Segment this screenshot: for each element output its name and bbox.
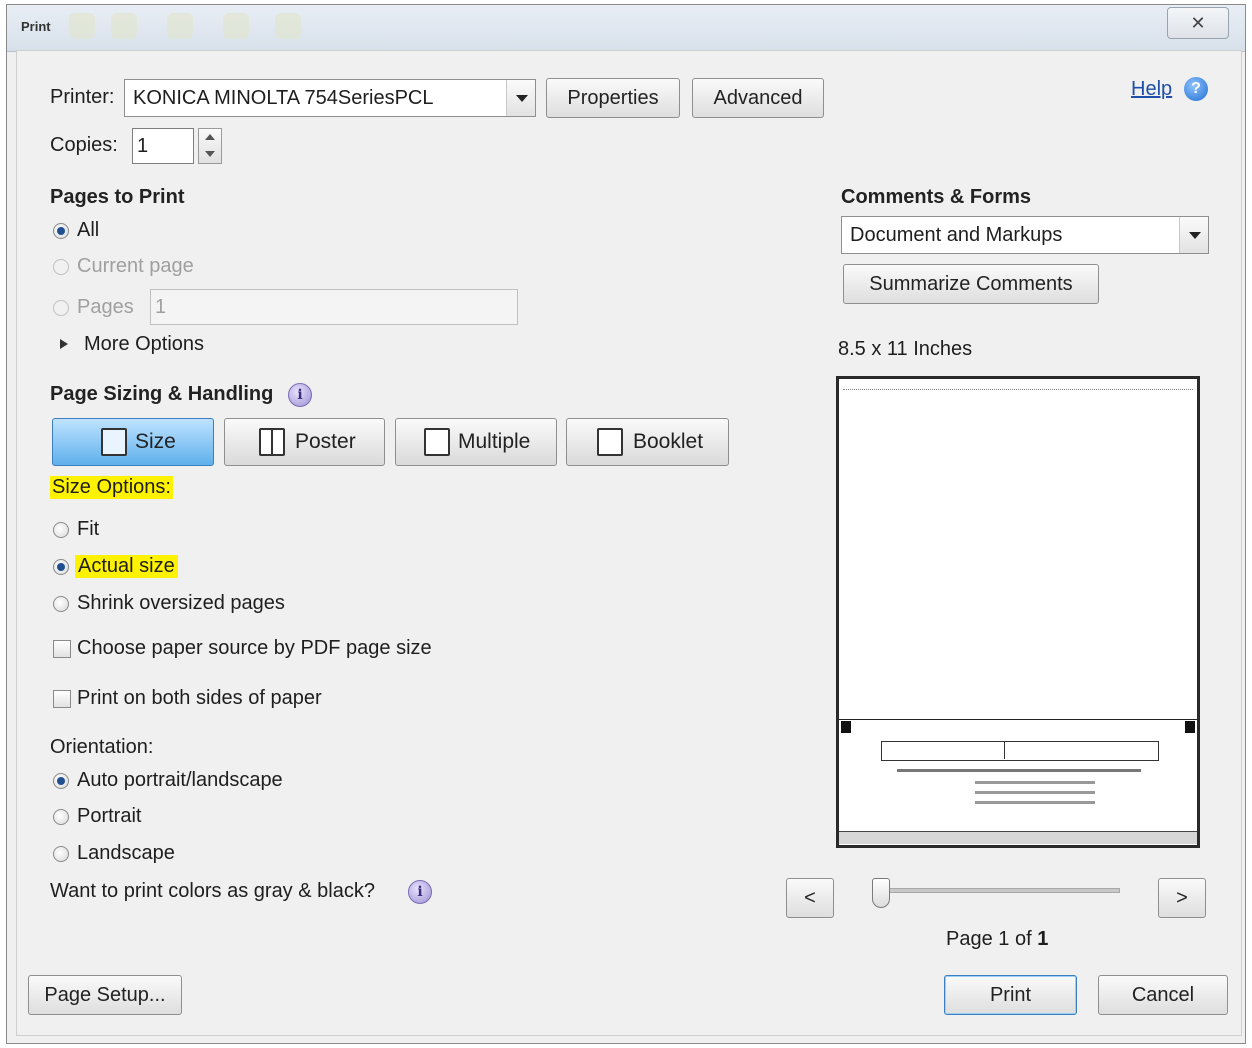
window-title: Print [21,19,51,34]
radio-pages[interactable] [53,300,69,316]
properties-button[interactable]: Properties [546,78,680,118]
chevron-down-icon[interactable] [1179,217,1208,253]
preview-table [881,741,1159,761]
toolbar-faded-icon [275,13,301,39]
radio-portrait[interactable] [53,809,69,825]
info-icon[interactable]: i [288,383,312,407]
radio-actual-size[interactable] [53,559,69,575]
chevron-down-icon[interactable] [205,151,215,157]
help-link[interactable]: Help [1131,78,1172,101]
expand-triangle-icon[interactable] [60,339,68,349]
title-bar: Print ✕ [7,5,1245,52]
comments-forms-value: Document and Markups [850,224,1063,246]
page-resize-icon [101,428,127,456]
preview-footer-line [839,831,1197,844]
pages-to-print-heading: Pages to Print [50,186,185,208]
cancel-button[interactable]: Cancel [1098,975,1228,1015]
tab-size-label: Size [135,430,176,453]
preview-header-line [843,383,1193,390]
radio-current-page[interactable] [53,259,69,275]
help-icon[interactable]: ? [1184,77,1208,101]
all-label: All [77,219,100,241]
size-options-label: Size Options: [50,476,173,499]
tab-booklet-label: Booklet [633,430,704,453]
toolbar-faded-icon [167,13,193,39]
radio-shrink-oversized[interactable] [53,596,69,612]
more-options-toggle[interactable]: More Options [84,333,204,356]
tab-booklet[interactable]: Booklet [566,418,729,466]
comments-forms-select[interactable]: Document and Markups [841,216,1209,254]
toolbar-faded-icon [69,13,95,39]
preview-marker-left [841,721,851,733]
advanced-button[interactable]: Advanced [692,78,824,118]
radio-auto-orientation[interactable] [53,773,69,789]
preview-divider [839,719,1197,720]
page-slider-thumb[interactable] [872,878,890,908]
landscape-label: Landscape [77,842,175,864]
tab-poster[interactable]: Poster [224,418,385,466]
preview-text-line [975,781,1095,784]
tab-multiple-label: Multiple [458,430,531,453]
radio-fit[interactable] [53,522,69,538]
chevron-up-icon[interactable] [205,134,215,140]
summarize-comments-button[interactable]: Summarize Comments [843,264,1099,304]
close-icon: ✕ [1190,13,1206,33]
both-sides-label: Print on both sides of paper [77,687,322,709]
shrink-label: Shrink oversized pages [77,592,285,614]
preview-text-line [975,791,1095,794]
toolbar-faded-icon [111,13,137,39]
radio-all[interactable] [53,223,69,239]
actual-size-label: Actual size [75,555,178,578]
orientation-heading: Orientation: [50,736,154,758]
previous-page-button[interactable]: < [786,878,834,918]
paper-source-label: Choose paper source by PDF page size [77,637,432,659]
tab-multiple[interactable]: Multiple [395,418,557,466]
printer-select-value: KONICA MINOLTA 754SeriesPCL [133,87,434,109]
current-page-label: Current page [77,255,194,277]
tab-size[interactable]: Size [52,418,214,466]
checkbox-both-sides[interactable] [53,690,71,708]
copies-label: Copies: [50,134,118,156]
copies-input[interactable]: 1 [132,128,194,164]
preview-text-line [897,769,1141,772]
gray-question-label: Want to print colors as gray & black? [50,880,375,902]
comments-forms-heading: Comments & Forms [841,186,1032,208]
preview-table-divider [1004,741,1005,759]
checkbox-paper-source[interactable] [53,640,71,658]
chevron-down-icon[interactable] [506,80,535,116]
preview-marker-right [1185,721,1195,733]
page-indicator: Page 1 of 1 [946,928,1048,951]
printer-select[interactable]: KONICA MINOLTA 754SeriesPCL [124,79,536,117]
next-page-button[interactable]: > [1158,878,1206,918]
info-icon[interactable]: i [408,880,432,904]
preview-text-line [975,801,1095,804]
pages-range-input[interactable]: 1 [150,289,518,325]
printer-label: Printer: [50,86,115,108]
radio-landscape[interactable] [53,846,69,862]
close-button[interactable]: ✕ [1167,7,1229,39]
page-indicator-total: 1 [1037,928,1049,950]
multiple-pages-icon [424,428,450,456]
toolbar-faded-icon [223,13,249,39]
page-indicator-prefix: Page 1 of [946,928,1032,950]
page-slider-track[interactable] [872,888,1120,893]
poster-tiles-icon [259,428,285,456]
auto-orientation-label: Auto portrait/landscape [77,769,283,791]
page-preview [836,376,1200,848]
page-sizing-heading: Page Sizing & Handling [50,383,274,405]
page-setup-button[interactable]: Page Setup... [28,975,182,1015]
fit-label: Fit [77,518,100,540]
pages-label: Pages [77,296,134,318]
portrait-label: Portrait [77,805,142,827]
copies-stepper[interactable] [198,128,222,164]
tab-poster-label: Poster [295,430,356,453]
paper-size-label: 8.5 x 11 Inches [838,338,973,360]
booklet-icon [597,428,623,456]
print-button[interactable]: Print [944,975,1077,1015]
